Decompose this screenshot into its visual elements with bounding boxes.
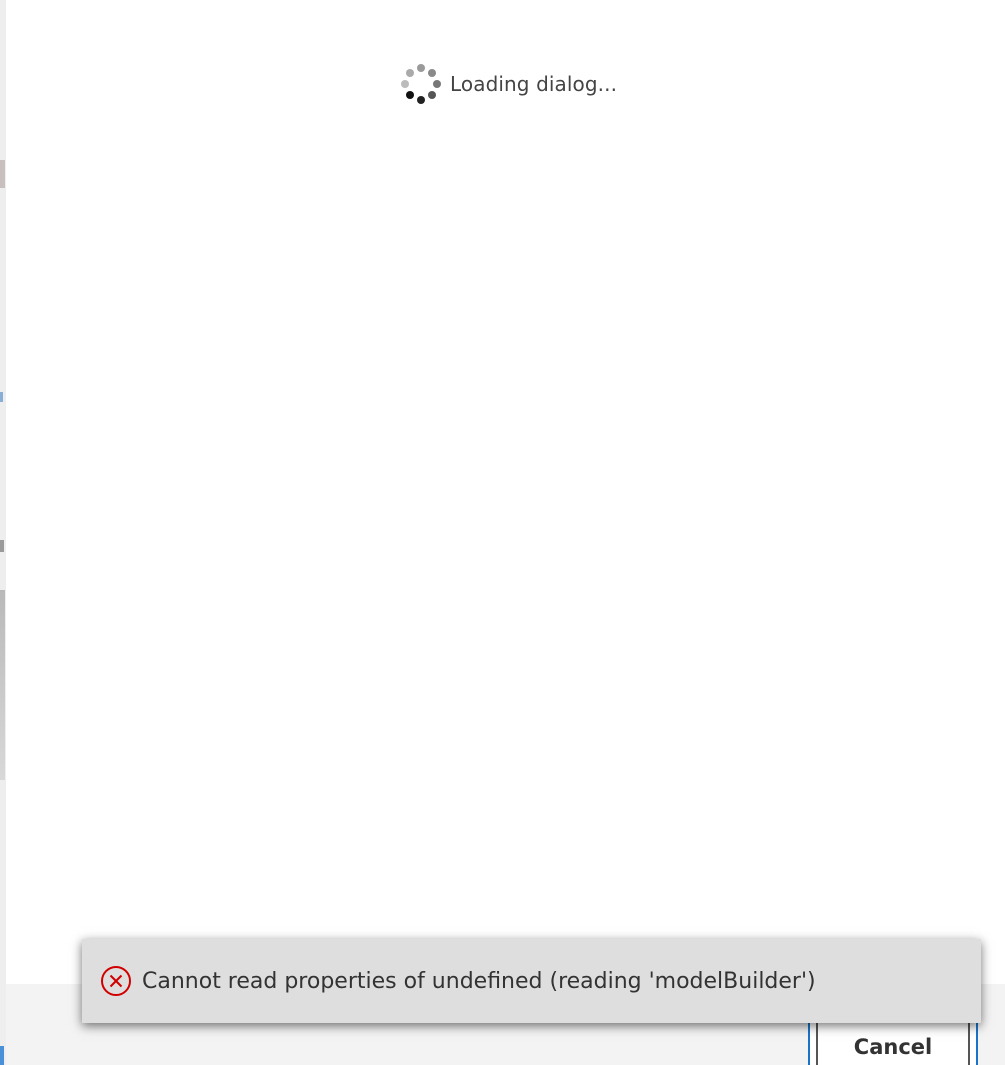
spinner-icon bbox=[399, 62, 443, 106]
error-circle-icon bbox=[100, 965, 132, 997]
loading-indicator: Loading dialog... bbox=[399, 62, 617, 106]
page: Loading dialog... Cancel Cannot read pro… bbox=[0, 0, 1005, 1065]
error-message: Cannot read properties of undefined (rea… bbox=[142, 968, 816, 994]
error-toast: Cannot read properties of undefined (rea… bbox=[82, 939, 981, 1023]
loading-text: Loading dialog... bbox=[450, 72, 618, 96]
dialog: Loading dialog... bbox=[6, 0, 1005, 1065]
